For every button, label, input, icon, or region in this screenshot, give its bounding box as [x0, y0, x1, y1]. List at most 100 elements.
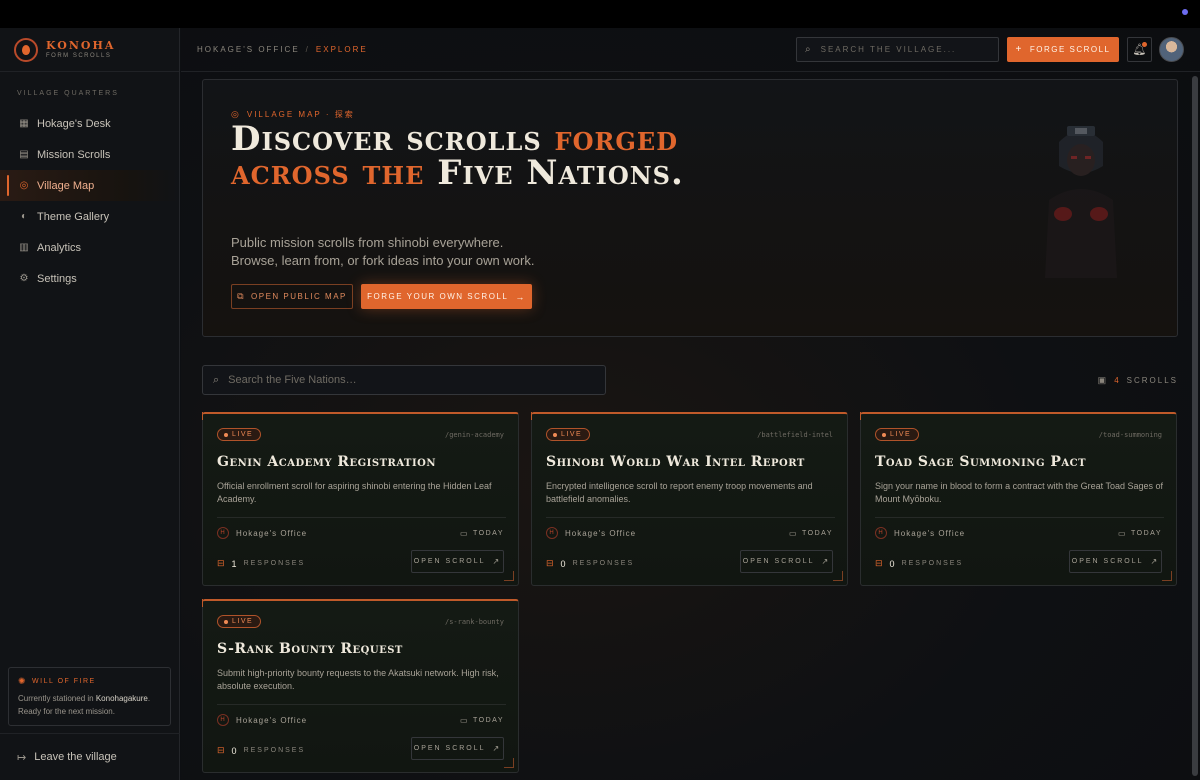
book-icon: ▣: [1097, 375, 1109, 385]
scroll-responses: ⊟ 0 RESPONSES: [217, 745, 306, 756]
external-link-icon: ⧉: [237, 291, 246, 301]
hero-title: Discover scrolls forged across the Five …: [231, 119, 684, 193]
scroll-responses: ⊟ 1 RESPONSES: [217, 558, 306, 569]
breadcrumb-separator: /: [305, 45, 310, 54]
forge-own-scroll-label: FORGE YOUR OWN SCROLL: [367, 292, 509, 301]
scroll-count-number: 4: [1114, 376, 1121, 385]
external-arrow-icon: ↗: [492, 744, 502, 753]
konoha-logo-icon: [14, 37, 38, 62]
owner-avatar-icon: H: [217, 527, 229, 539]
sidebar-section-label: VILLAGE QUARTERS: [17, 90, 119, 97]
search-icon: ⌕: [213, 373, 220, 386]
scroll-responses: ⊟ 0 RESPONSES: [546, 558, 635, 569]
scroll-card[interactable]: LIVE /battlefield-intel Shinobi World Wa…: [531, 412, 848, 586]
scroll-slug: /s-rank-bounty: [444, 618, 504, 626]
gear-icon: ⚙: [19, 273, 29, 284]
top-header: HOKAGE'S OFFICE / EXPLORE ⌕ SEARCH THE VIL…: [181, 28, 1200, 72]
scroll-owner: H Hokage's Office: [217, 714, 307, 726]
scroll-title[interactable]: S-Rank Bounty Request: [217, 641, 507, 657]
logout-icon: ↦: [17, 751, 27, 764]
forge-own-scroll-button[interactable]: FORGE YOUR OWN SCROLL →: [361, 284, 532, 309]
status-badge: LIVE: [875, 428, 920, 441]
sidebar-item-analytics[interactable]: ▥ Analytics: [0, 232, 179, 263]
scroll-icon: ▤: [19, 149, 29, 160]
sidebar-item-label: Analytics: [37, 241, 82, 254]
scroll-slug: /genin-academy: [444, 431, 504, 439]
open-scroll-button[interactable]: OPEN SCROLL ↗: [411, 550, 504, 573]
scroll-card[interactable]: LIVE /genin-academy Genin Academy Regist…: [202, 412, 519, 586]
hero-banner: ◎ VILLAGE MAP · 探索 Discover scrolls forg…: [202, 79, 1178, 337]
forge-scroll-label: FORGE SCROLL: [1029, 45, 1111, 54]
open-scroll-button[interactable]: OPEN SCROLL ↗: [1069, 550, 1162, 573]
brand[interactable]: KONOHA FORM SCROLLS: [0, 28, 179, 72]
live-dot-icon: [882, 432, 886, 437]
sidebar-item-theme-gallery[interactable]: ◐ Theme Gallery: [0, 201, 179, 232]
scroll-card[interactable]: LIVE /s-rank-bounty S-Rank Bounty Reques…: [202, 599, 519, 773]
calendar-icon: ▭: [459, 716, 470, 725]
scroll-slug: /battlefield-intel: [757, 431, 833, 439]
owner-avatar-icon: H: [546, 527, 558, 539]
scrollbar-thumb[interactable]: [1192, 76, 1198, 776]
breadcrumb: HOKAGE'S OFFICE / EXPLORE: [197, 45, 368, 54]
scroll-date: ▭ TODAY: [459, 529, 504, 538]
village-search-input[interactable]: ⌕ SEARCH THE VILLAGE...: [796, 37, 999, 62]
forge-scroll-button[interactable]: + FORGE SCROLL: [1007, 37, 1119, 62]
status-badge: LIVE: [217, 615, 262, 628]
divider: [875, 517, 1164, 518]
notifications-button[interactable]: 🔔︎: [1127, 37, 1152, 62]
plus-icon: +: [1015, 44, 1023, 55]
owner-avatar-icon: H: [875, 527, 887, 539]
divider: [217, 517, 506, 518]
open-public-map-button[interactable]: ⧉ OPEN PUBLIC MAP: [231, 284, 353, 309]
current-location: Konohagakure: [95, 694, 148, 703]
search-icon: ⌕: [805, 44, 813, 55]
five-nations-search-input[interactable]: ⌕ Search the Five Nations…: [202, 365, 606, 395]
live-dot-icon: [224, 619, 228, 624]
compass-icon: ◎: [19, 180, 29, 191]
sidebar-item-hokages-desk[interactable]: ▦ Hokage's Desk: [0, 108, 179, 139]
will-of-fire-text: Currently stationed in Konohagakure. Rea…: [18, 694, 151, 716]
leave-village-button[interactable]: ↦ Leave the village: [0, 733, 180, 780]
sidebar-item-settings[interactable]: ⚙ Settings: [0, 263, 179, 294]
breadcrumb-root[interactable]: HOKAGE'S OFFICE: [197, 45, 300, 54]
notification-badge: [1142, 42, 1147, 47]
scroll-card[interactable]: LIVE /toad-summoning Toad Sage Summoning…: [860, 412, 1177, 586]
status-badge: LIVE: [217, 428, 262, 441]
avatar[interactable]: [1159, 37, 1184, 62]
scroll-title[interactable]: Toad Sage Summoning Pact: [875, 454, 1165, 470]
scroll-description: Sign your name in blood to form a contra…: [875, 481, 1163, 504]
shinobi-figure-illustration: [1045, 126, 1117, 278]
scroll-count: ▣ 4 SCROLLS: [1098, 375, 1178, 386]
main-content: HOKAGE'S OFFICE / EXPLORE ⌕ SEARCH THE VIL…: [181, 28, 1200, 780]
sidebar-item-village-map[interactable]: ◎ Village Map: [0, 170, 179, 201]
open-scroll-button[interactable]: OPEN SCROLL ↗: [740, 550, 833, 573]
owner-avatar-icon: H: [217, 714, 229, 726]
inbox-icon: ⊟: [217, 745, 227, 755]
scroll-description: Encrypted intelligence scroll to report …: [546, 481, 813, 504]
sidebar-item-mission-scrolls[interactable]: ▤ Mission Scrolls: [0, 139, 179, 170]
open-scroll-button[interactable]: OPEN SCROLL ↗: [411, 737, 504, 760]
scroll-owner: H Hokage's Office: [217, 527, 307, 539]
calendar-icon: ▭: [788, 529, 799, 538]
divider: [546, 517, 835, 518]
scroll-date: ▭ TODAY: [788, 529, 833, 538]
scroll-title[interactable]: Genin Academy Registration: [217, 454, 507, 470]
brand-name: KONOHA: [46, 39, 116, 52]
scroll-description: Official enrollment scroll for aspiring …: [217, 481, 492, 504]
sidebar-item-label: Theme Gallery: [37, 210, 110, 223]
sidebar-item-label: Village Map: [37, 179, 95, 192]
external-arrow-icon: ↗: [821, 557, 831, 566]
leave-village-label: Leave the village: [34, 751, 117, 763]
scroll-count-label: SCROLLS: [1126, 376, 1178, 385]
scroll-title[interactable]: Shinobi World War Intel Report: [546, 454, 836, 470]
palette-icon: ◐: [20, 211, 28, 222]
open-public-map-label: OPEN PUBLIC MAP: [251, 292, 347, 301]
scroll-date: ▭ TODAY: [1117, 529, 1162, 538]
inbox-icon: ⊟: [217, 558, 227, 568]
sidebar-item-label: Hokage's Desk: [37, 117, 111, 130]
breadcrumb-current: EXPLORE: [315, 45, 368, 54]
hero-description: Public mission scrolls from shinobi ever…: [231, 235, 535, 268]
calendar-icon: ▭: [1117, 529, 1128, 538]
scrollbar[interactable]: [1191, 72, 1199, 780]
sidebar-item-label: Mission Scrolls: [37, 148, 111, 161]
